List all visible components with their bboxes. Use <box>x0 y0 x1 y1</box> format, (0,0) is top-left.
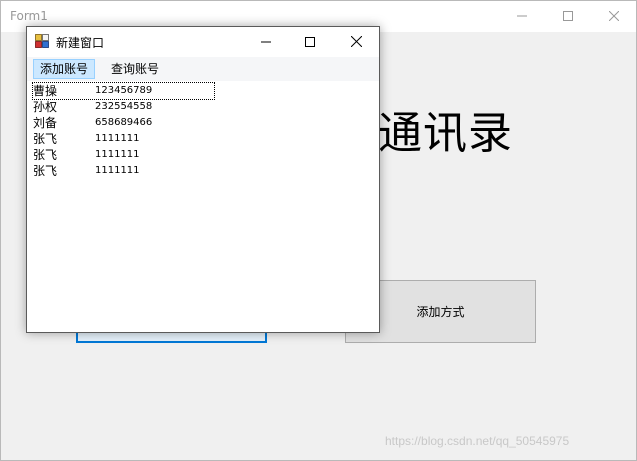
contact-phone: 658689466 <box>95 117 153 128</box>
close-icon <box>609 11 619 21</box>
menu-add-account-label: 添加账号 <box>40 62 89 76</box>
form1-close-button[interactable] <box>591 1 637 31</box>
contacts-heading: 通讯录 <box>378 108 513 159</box>
contact-phone: 1111111 <box>95 165 140 176</box>
contact-name: 张飞 <box>33 164 58 178</box>
menu-add-account[interactable]: 添加账号 <box>33 59 96 79</box>
menu-query-account[interactable]: 查询账号 <box>104 59 166 79</box>
dialog-title: 新建窗口 <box>56 36 105 50</box>
dialog-close-button[interactable] <box>333 27 379 56</box>
dialog-titlebar[interactable]: 新建窗口 <box>27 27 379 57</box>
contact-name: 刘备 <box>33 116 58 130</box>
form1-maximize-button[interactable] <box>545 1 591 31</box>
minimize-icon <box>261 41 271 42</box>
contacts-listbox[interactable]: 曹操 123456789 孙权 232554558 刘备 658689466 张… <box>27 81 379 332</box>
contact-name: 张飞 <box>33 148 58 162</box>
app-icon <box>35 34 49 48</box>
form1-minimize-button[interactable] <box>499 1 545 31</box>
menu-query-account-label: 查询账号 <box>111 62 160 76</box>
contact-phone: 232554558 <box>95 101 153 112</box>
contact-name: 孙权 <box>33 100 58 114</box>
form1-title: Form1 <box>10 9 48 23</box>
dialog-menubar: 添加账号 查询账号 <box>27 57 379 81</box>
maximize-icon <box>305 36 315 47</box>
maximize-icon <box>563 11 573 21</box>
watermark: https://blog.csdn.net/qq_50545975 <box>385 434 570 448</box>
minimize-icon <box>517 15 527 17</box>
contact-name: 张飞 <box>33 132 58 146</box>
new-window-dialog: 新建窗口 添加账号 查询账号 曹操 123456789 孙权 232554558… <box>26 26 380 333</box>
contact-phone: 1111111 <box>95 149 140 160</box>
contact-phone: 123456789 <box>95 85 153 96</box>
list-item[interactable]: 曹操 123456789 <box>32 82 215 100</box>
contact-name: 曹操 <box>33 84 58 98</box>
add-method-label: 添加方式 <box>416 305 465 319</box>
close-icon <box>350 36 362 47</box>
dialog-minimize-button[interactable] <box>243 27 289 56</box>
contact-phone: 1111111 <box>95 133 140 144</box>
dialog-maximize-button[interactable] <box>287 27 333 56</box>
